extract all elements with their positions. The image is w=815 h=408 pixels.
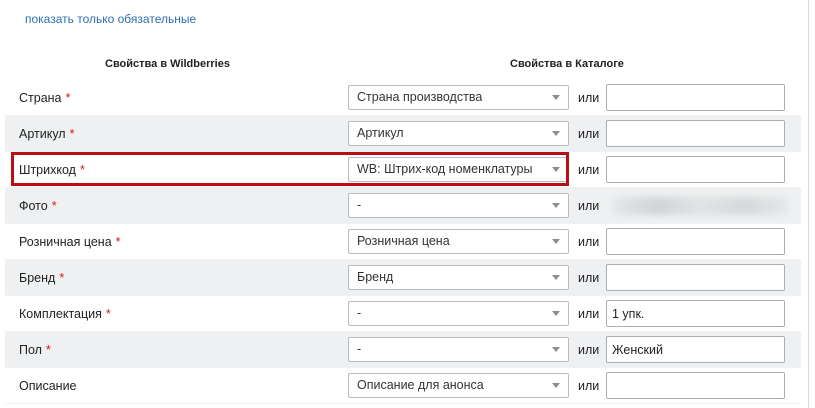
custom-value-input[interactable]	[606, 264, 785, 291]
property-label: Штрихкод *	[19, 152, 85, 188]
table-row: Штрихкод * WB: Штрих-код номенклатуры или	[5, 152, 801, 188]
property-label: Розничная цена *	[19, 224, 121, 260]
catalog-property-select[interactable]: Описание для анонса	[348, 373, 569, 398]
select-value: Артикул	[357, 126, 404, 140]
required-asterisk: *	[51, 199, 57, 213]
or-label: или	[578, 199, 600, 213]
panel-right-border	[808, 0, 809, 408]
table-row: Описание Описание для анонса или	[5, 368, 801, 404]
chevron-down-icon	[552, 383, 560, 388]
required-asterisk: *	[45, 343, 51, 357]
custom-value-input[interactable]	[606, 300, 785, 327]
header-catalog-properties: Свойства в Каталоге	[510, 58, 624, 70]
chevron-down-icon	[552, 239, 560, 244]
catalog-property-select[interactable]: -	[348, 193, 569, 218]
catalog-property-select[interactable]: -	[348, 337, 569, 362]
chevron-down-icon	[552, 131, 560, 136]
or-label: или	[578, 307, 600, 321]
table-row: Бренд * Бренд или	[5, 260, 801, 296]
custom-value-input[interactable]	[606, 336, 785, 363]
or-label: или	[578, 91, 600, 105]
or-label: или	[578, 343, 600, 357]
show-required-only-link[interactable]: показать только обязательные	[25, 12, 196, 26]
header-wildberries-properties: Свойства в Wildberries	[105, 58, 230, 70]
or-label: или	[578, 235, 600, 249]
or-label: или	[578, 163, 600, 177]
property-mapping-table: Страна * Страна производства или Артикул * Арт…	[5, 80, 801, 404]
property-label: Описание	[19, 368, 77, 404]
property-label-text: Страна	[19, 91, 62, 105]
catalog-property-select[interactable]: -	[348, 301, 569, 326]
custom-value-input[interactable]	[606, 372, 785, 399]
table-row: Комплектация * - или	[5, 296, 801, 332]
catalog-property-select[interactable]: Страна производства	[348, 85, 569, 110]
select-value: -	[357, 342, 362, 356]
property-label-text: Бренд	[19, 271, 56, 285]
custom-value-input[interactable]	[606, 120, 785, 147]
property-label-text: Розничная цена	[19, 235, 112, 249]
required-asterisk: *	[79, 163, 85, 177]
required-asterisk: *	[65, 91, 71, 105]
property-label: Страна *	[19, 80, 70, 116]
table-row: Розничная цена * Розничная цена или	[5, 224, 801, 260]
required-asterisk: *	[115, 235, 121, 249]
custom-value-input[interactable]	[606, 228, 785, 255]
custom-value-input[interactable]	[606, 156, 785, 183]
property-label: Пол *	[19, 332, 51, 368]
table-row: Фото * - или	[5, 188, 801, 224]
catalog-property-select[interactable]: Артикул	[348, 121, 569, 146]
table-row: Артикул * Артикул или	[5, 116, 801, 152]
required-asterisk: *	[105, 307, 111, 321]
select-value: Бренд	[357, 270, 394, 284]
blurred-value-field	[613, 197, 789, 215]
or-label: или	[578, 127, 600, 141]
select-value: Розничная цена	[357, 234, 450, 248]
chevron-down-icon	[552, 275, 560, 280]
required-asterisk: *	[69, 127, 75, 141]
select-value: -	[357, 198, 362, 212]
table-row: Пол * - или	[5, 332, 801, 368]
table-row: Страна * Страна производства или	[5, 80, 801, 116]
select-value: -	[357, 306, 362, 320]
chevron-down-icon	[552, 311, 560, 316]
property-label-text: Описание	[19, 379, 77, 393]
select-value: Описание для анонса	[357, 378, 484, 392]
chevron-down-icon	[552, 203, 560, 208]
catalog-property-select[interactable]: Бренд	[348, 265, 569, 290]
property-label-text: Штрихкод	[19, 163, 76, 177]
property-label: Комплектация *	[19, 296, 111, 332]
chevron-down-icon	[552, 95, 560, 100]
catalog-property-select[interactable]: WB: Штрих-код номенклатуры	[348, 157, 569, 182]
custom-value-input[interactable]	[606, 84, 785, 111]
catalog-property-select[interactable]: Розничная цена	[348, 229, 569, 254]
required-asterisk: *	[59, 271, 65, 285]
or-label: или	[578, 379, 600, 393]
property-label: Артикул *	[19, 116, 74, 152]
or-label: или	[578, 271, 600, 285]
select-value: WB: Штрих-код номенклатуры	[357, 162, 533, 176]
property-label-text: Пол	[19, 343, 42, 357]
property-label: Бренд *	[19, 260, 64, 296]
property-label-text: Фото	[19, 199, 48, 213]
property-label-text: Артикул	[19, 127, 66, 141]
property-label-text: Комплектация	[19, 307, 102, 321]
chevron-down-icon	[552, 347, 560, 352]
select-value: Страна производства	[357, 90, 483, 104]
chevron-down-icon	[552, 167, 560, 172]
property-label: Фото *	[19, 188, 57, 224]
